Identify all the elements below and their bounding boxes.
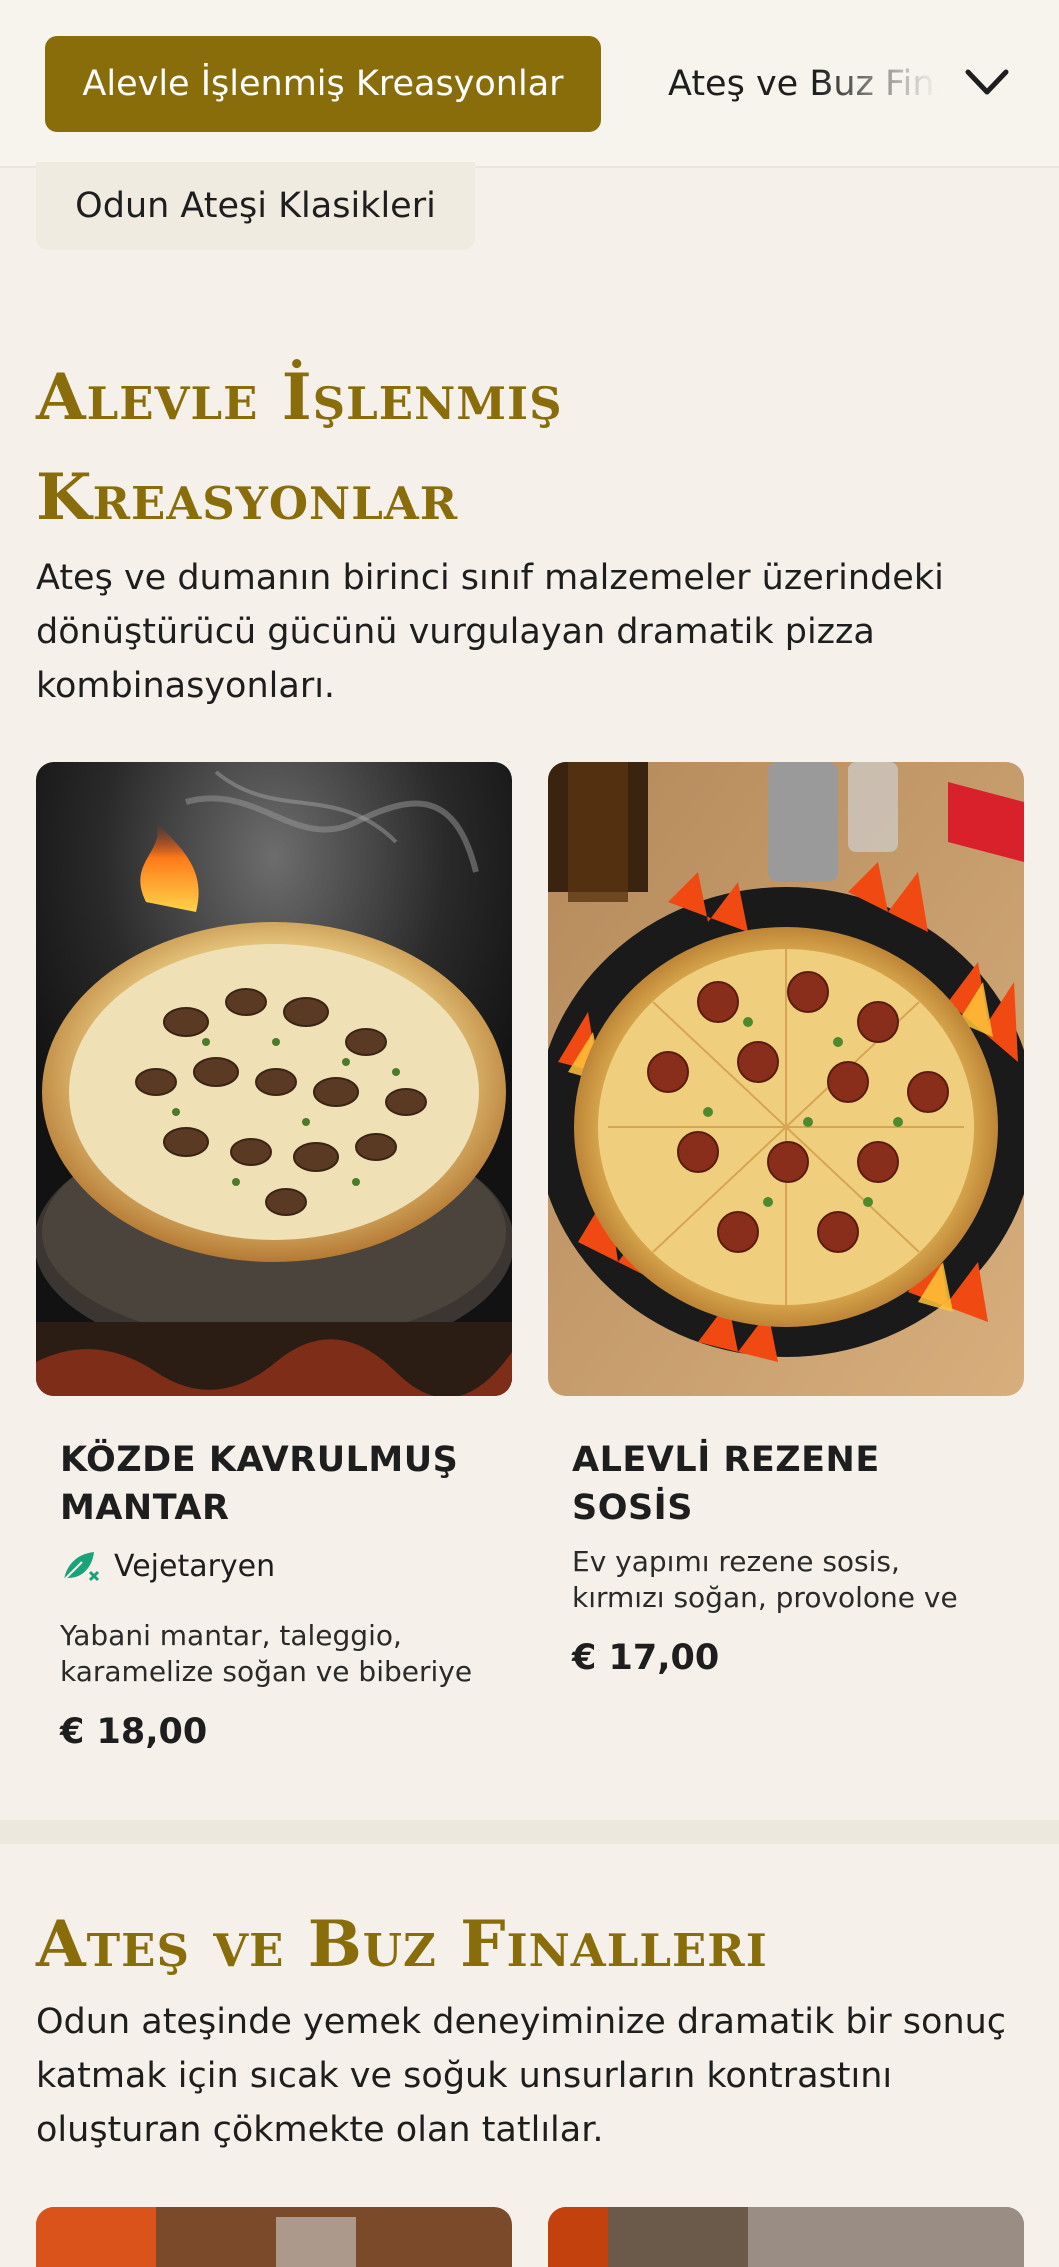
dessert-image[interactable] [548, 2207, 1024, 2267]
section-title: Alevle İşlenmiş Kreasyonlar [36, 360, 563, 535]
category-tab-odun[interactable]: Odun Ateşi Klasikleri [36, 162, 475, 250]
menu-item-description: Ev yapımı rezene sosis, kırmızı soğan, p… [572, 1545, 958, 1614]
dietary-badge-label: Vejetaryen [114, 1548, 276, 1584]
leaf-icon [63, 1552, 100, 1582]
menu-item-name: KÖZDE KAVRULMUŞ MANTAR [60, 1440, 459, 1528]
pizza-image [548, 762, 1024, 1396]
section-divider [0, 1820, 1059, 1844]
menu-item-description: Yabani mantar, taleggio, karamelize soğa… [60, 1619, 473, 1688]
section-title: Ateş ve Buz Finalleri [36, 1907, 768, 1982]
menu-item-card[interactable]: KÖZDE KAVRULMUŞ MANTAR Vejetaryen Yabani… [36, 762, 512, 1752]
menu-item-price: € 17,00 [572, 1638, 720, 1678]
category-nav: Alevle İşlenmiş Kreasyonlar Ateş ve Buz … [0, 0, 1059, 168]
category-tab-next[interactable]: Ateş ve Buz Finalleri [668, 36, 938, 132]
section-description: Ateş ve dumanın birinci sınıf malzemeler… [36, 558, 944, 706]
chevron-down-icon[interactable] [962, 60, 1012, 106]
section-description: Odun ateşinde yemek deneyiminize dramati… [36, 2002, 1007, 2150]
dietary-badge: Vejetaryen [60, 1546, 488, 1586]
menu-item-price: € 18,00 [60, 1712, 208, 1752]
dessert-image[interactable] [36, 2207, 512, 2267]
category-tab-active[interactable]: Alevle İşlenmiş Kreasyonlar [45, 36, 601, 132]
menu-item-card[interactable]: ALEVLİ REZENE SOSİS Ev yapımı rezene sos… [548, 762, 1024, 1678]
pizza-image [36, 762, 512, 1396]
menu-item-name: ALEVLİ REZENE SOSİS [572, 1440, 880, 1528]
